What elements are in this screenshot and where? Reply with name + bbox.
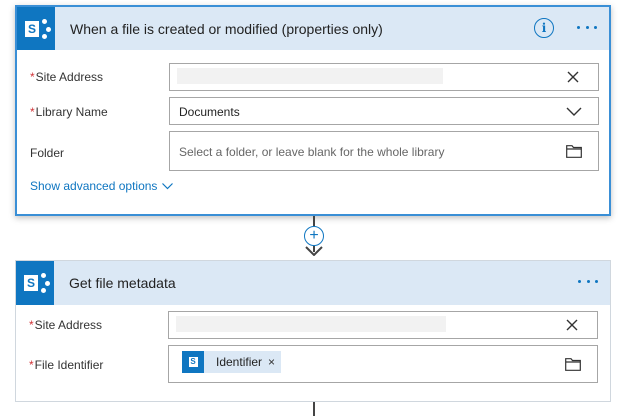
trigger-card-header[interactable]: S When a file is created or modified (pr…	[17, 7, 609, 50]
connector-line	[313, 402, 315, 416]
folder-field[interactable]: Select a folder, or leave blank for the …	[169, 131, 599, 171]
site-address-field[interactable]	[169, 63, 599, 91]
sharepoint-icon: S	[17, 7, 55, 50]
more-options-icon[interactable]	[578, 274, 598, 288]
library-name-dropdown[interactable]: Documents	[169, 97, 599, 125]
identifier-token[interactable]: S Identifier ×	[182, 351, 282, 373]
chevron-down-icon[interactable]	[566, 107, 582, 117]
action-card-header[interactable]: S Get file metadata	[16, 261, 610, 305]
folder-label: Folder	[30, 146, 65, 160]
trigger-title: When a file is created or modified (prop…	[70, 20, 383, 37]
chevron-down-icon	[162, 182, 174, 189]
site-address-label: *Site Address	[29, 318, 103, 332]
sharepoint-icon: S	[16, 261, 54, 305]
arrow-down-icon	[305, 246, 323, 256]
library-name-value: Documents	[179, 105, 240, 119]
library-name-label: *Library Name	[30, 105, 108, 119]
info-icon[interactable]: i	[534, 18, 554, 38]
remove-token-icon[interactable]: ×	[268, 355, 281, 369]
token-label: Identifier	[216, 355, 263, 369]
folder-icon[interactable]	[566, 145, 582, 158]
redacted-value	[177, 68, 443, 84]
clear-icon[interactable]	[565, 318, 579, 332]
site-address-field[interactable]	[168, 311, 598, 339]
show-advanced-options-link[interactable]: Show advanced options	[30, 179, 174, 193]
folder-placeholder: Select a folder, or leave blank for the …	[179, 145, 445, 159]
trigger-card[interactable]: S When a file is created or modified (pr…	[15, 5, 611, 216]
redacted-value	[176, 316, 446, 332]
more-options-icon[interactable]	[577, 20, 597, 34]
add-step-button[interactable]: +	[304, 226, 324, 246]
sharepoint-icon: S	[182, 351, 204, 373]
connector-line	[313, 216, 315, 226]
file-identifier-field[interactable]: S Identifier ×	[168, 345, 598, 383]
folder-icon[interactable]	[565, 358, 581, 371]
file-identifier-label: *File Identifier	[29, 358, 104, 372]
action-card[interactable]: S Get file metadata *Site Address *File …	[15, 260, 611, 402]
action-title: Get file metadata	[69, 275, 176, 291]
clear-icon[interactable]	[566, 70, 580, 84]
site-address-label: *Site Address	[30, 70, 104, 84]
